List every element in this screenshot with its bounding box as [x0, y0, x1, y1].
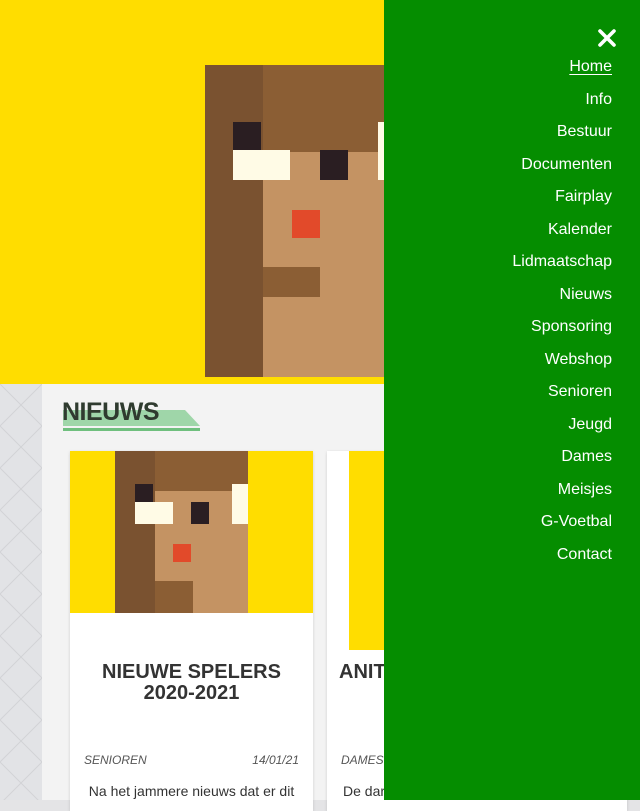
section-title: NIEUWS: [62, 398, 160, 426]
nav-item-senioren[interactable]: Senioren: [512, 381, 612, 414]
nav-item-label[interactable]: Home: [569, 58, 612, 75]
nav-list: Home Info Bestuur Documenten Fairplay Kalende…: [512, 56, 612, 576]
nav-item-nieuws[interactable]: Nieuws: [512, 284, 612, 317]
nav-item-label[interactable]: Sponsoring: [531, 318, 612, 335]
nav-item-label[interactable]: Kalender: [548, 221, 612, 238]
nav-item-label[interactable]: Info: [585, 91, 612, 108]
close-icon-glyph: [598, 29, 616, 47]
nav-item-label[interactable]: Senioren: [548, 383, 612, 400]
news-card[interactable]: NIEUWE SPELERS 2020-2021 SENIOREN 14/01/…: [70, 451, 313, 811]
nav-item-label[interactable]: Bestuur: [557, 123, 612, 140]
side-navigation-menu: Home Info Bestuur Documenten Fairplay Kalende…: [384, 0, 640, 800]
nav-item-fairplay[interactable]: Fairplay: [512, 186, 612, 219]
card-category[interactable]: DAMES: [341, 753, 384, 767]
card-excerpt: Na het jammere nieuws dat er dit: [88, 783, 295, 799]
nav-item-contact[interactable]: Contact: [512, 544, 612, 577]
nav-item-label[interactable]: Meisjes: [558, 481, 612, 498]
card-date: 14/01/21: [252, 753, 299, 767]
nav-item-label[interactable]: Dames: [561, 448, 612, 465]
card-image-art: [70, 451, 313, 613]
nav-item-kalender[interactable]: Kalender: [512, 219, 612, 252]
nav-item-g-voetbal[interactable]: G-Voetbal: [512, 511, 612, 544]
nav-item-label[interactable]: Documenten: [521, 156, 612, 173]
card-category[interactable]: SENIOREN: [84, 753, 147, 767]
nav-item-dames[interactable]: Dames: [512, 446, 612, 479]
nav-item-sponsoring[interactable]: Sponsoring: [512, 316, 612, 349]
card-image[interactable]: [70, 451, 313, 613]
nav-item-home[interactable]: Home: [512, 56, 612, 89]
nav-item-webshop[interactable]: Webshop: [512, 349, 612, 382]
nav-item-lidmaatschap[interactable]: Lidmaatschap: [512, 251, 612, 284]
nav-item-meisjes[interactable]: Meisjes: [512, 479, 612, 512]
nav-item-label[interactable]: Jeugd: [568, 416, 612, 433]
nav-item-label[interactable]: Webshop: [545, 351, 612, 368]
card-title[interactable]: NIEUWE SPELERS 2020-2021: [80, 662, 303, 704]
nav-item-bestuur[interactable]: Bestuur: [512, 121, 612, 154]
nav-item-documenten[interactable]: Documenten: [512, 154, 612, 187]
nav-item-label[interactable]: Fairplay: [555, 188, 612, 205]
diamond-pattern: [0, 384, 42, 800]
background-pattern: [0, 384, 42, 800]
nav-item-jeugd[interactable]: Jeugd: [512, 414, 612, 447]
nav-item-label[interactable]: Lidmaatschap: [512, 253, 612, 270]
nav-item-label[interactable]: Contact: [557, 546, 612, 563]
nav-item-label[interactable]: G-Voetbal: [541, 513, 612, 530]
close-icon[interactable]: [596, 27, 618, 49]
nav-item-label[interactable]: Nieuws: [560, 286, 612, 303]
hero-image: [135, 7, 390, 377]
nav-item-info[interactable]: Info: [512, 89, 612, 122]
